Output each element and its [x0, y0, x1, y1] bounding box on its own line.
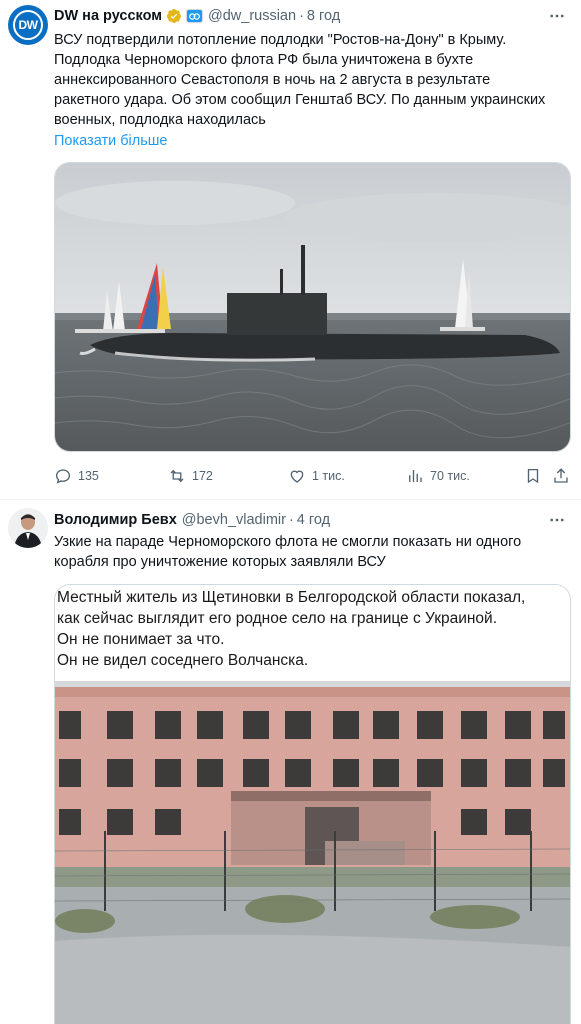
verified-badge-icon — [166, 9, 181, 23]
views-button[interactable]: 70 тис. — [406, 466, 470, 486]
like-count: 1 тис. — [312, 469, 345, 483]
avatar-photo — [8, 508, 48, 548]
affiliate-badge-icon — [186, 9, 203, 23]
tweet-text: Узкие на параде Черноморского флота не с… — [54, 532, 569, 572]
tweet-text-line: военных, подлодка находилась — [54, 112, 266, 128]
media-caption-line: как сейчас выглядит его родное село на г… — [57, 610, 498, 627]
like-button[interactable]: 1 тис. — [288, 466, 345, 486]
tweet-text-line: корабля про уничтожение которых заявляли… — [54, 554, 386, 570]
share-button[interactable] — [552, 466, 570, 486]
media-caption-area: Местный житель из Щетиновки в Белгородск… — [55, 585, 570, 681]
views-count: 70 тис. — [430, 469, 470, 483]
retweet-icon — [170, 469, 184, 483]
tweet-time[interactable]: 8 год — [307, 8, 340, 24]
tweet-text-line: ракетного удара. Об этом сообщил Генштаб… — [54, 92, 546, 108]
separator-dot: · — [299, 8, 304, 24]
retweet-count: 172 — [192, 469, 213, 483]
share-icon — [554, 468, 568, 483]
reply-icon — [55, 469, 71, 484]
views-icon — [409, 470, 422, 482]
tweet-text: ВСУ подтвердили потопление подлодки "Рос… — [54, 30, 569, 130]
bookmark-icon — [527, 468, 539, 484]
tweet-text-line: ВСУ подтвердили потопление подлодки "Рос… — [54, 32, 507, 48]
author-handle[interactable]: @dw_russian — [208, 8, 296, 24]
author-name[interactable]: Володимир Бевх — [54, 512, 177, 528]
dw-avatar[interactable]: DW — [8, 5, 48, 45]
separator-dot: · — [288, 512, 294, 528]
reply-count: 135 — [78, 469, 99, 483]
like-icon — [290, 470, 304, 483]
tweet-bevh-vladimir[interactable]: Володимир Бевх @bevh_vladimir · 4 год Уз… — [0, 500, 581, 1024]
more-icon[interactable] — [547, 6, 567, 26]
author-name[interactable]: DW на русском — [54, 8, 162, 24]
reply-button[interactable]: 135 — [54, 466, 99, 486]
tweet-photo-submarine[interactable] — [54, 162, 571, 452]
tweet-text-line: аннексированного Севастополя в ночь на 2… — [54, 72, 491, 88]
tweet-time[interactable]: 4 год — [297, 512, 330, 528]
bookmark-button[interactable] — [524, 466, 542, 486]
media-caption-line: Местный житель из Щетиновки в Белгородск… — [57, 589, 526, 606]
tweet-video-media[interactable]: Местный житель из Щетиновки в Белгородск… — [54, 584, 571, 1024]
tweet-header: DW на русском @dw_russian · 8 год — [54, 6, 340, 26]
submarine-photo — [55, 163, 570, 451]
tweet-actions: 135 172 1 тис. 70 тис. — [54, 466, 571, 486]
show-more-link[interactable]: Показати більше — [54, 131, 167, 151]
media-caption-line: Он не понимает за что. — [57, 631, 225, 648]
media-caption-line: Он не видел соседнего Волчанска. — [57, 652, 309, 669]
building-photo — [55, 681, 570, 1024]
tweet-text-line: Узкие на параде Черноморского флота не с… — [54, 534, 522, 550]
more-icon[interactable] — [547, 510, 567, 530]
author-handle[interactable]: @bevh_vladimir — [182, 512, 286, 528]
user-avatar[interactable] — [8, 508, 48, 548]
dw-logo-icon: DW — [13, 10, 43, 40]
tweet-text-line: Подлодка Черноморского флота РФ была уни… — [54, 52, 474, 68]
tweet-dw-russian[interactable]: DW DW на русском @dw_russian · 8 год ВСУ… — [0, 0, 581, 500]
retweet-button[interactable]: 172 — [168, 466, 213, 486]
tweet-header: Володимир Бевх @bevh_vladimir · 4 год — [54, 510, 330, 530]
